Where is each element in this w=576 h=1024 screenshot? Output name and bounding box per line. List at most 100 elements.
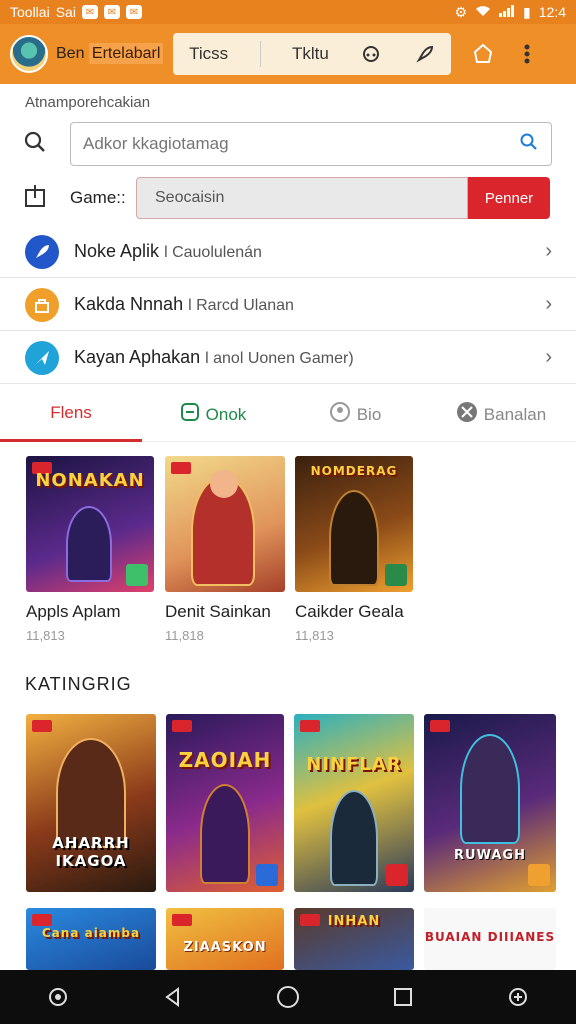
- settings-status-icon: ⚙: [454, 3, 468, 20]
- tab-onok[interactable]: Onok: [142, 388, 284, 442]
- screenshot-icon[interactable]: [503, 982, 533, 1012]
- list-item[interactable]: Noke Aplik l Cauolulenán ›: [0, 226, 576, 278]
- game-downloads: 11,813: [295, 628, 334, 643]
- game-logo-icon: [528, 864, 550, 886]
- game-thumbnail[interactable]: NONAKAN: [26, 456, 154, 592]
- top-nav: Ticss Tkltu: [173, 33, 452, 75]
- notification-icon: ✉: [125, 5, 142, 19]
- list-item-subtitle: l anol Uonen Gamer): [205, 350, 354, 367]
- battery-icon: ▮: [523, 3, 531, 20]
- list-item-title: Kayan Aphakan: [74, 347, 201, 367]
- art-title: AHARRH IKAGOA: [52, 834, 130, 870]
- carrier-label-2: Sai: [55, 4, 76, 20]
- game-card[interactable]: NOMDERAG Caikder Geala 11,813: [295, 456, 413, 643]
- game-name: Denit Sainkan: [165, 602, 271, 621]
- list-item-title: Noke Aplik: [74, 241, 160, 261]
- nav-item-0[interactable]: Ticss: [189, 44, 228, 64]
- category-card[interactable]: ZIAASKON: [166, 908, 284, 970]
- search-icon[interactable]: [23, 130, 47, 159]
- badge: [300, 720, 320, 732]
- game-thumbnail[interactable]: RUWAGH: [424, 714, 556, 892]
- notification-icon: ✉: [103, 5, 120, 19]
- badge: [172, 914, 192, 926]
- tab-bio[interactable]: Bio: [284, 388, 426, 442]
- brand-name: Ben Ertelabarl: [56, 43, 164, 64]
- badge: [32, 914, 52, 926]
- nav-item-1[interactable]: Tkltu: [292, 44, 329, 64]
- art-title: NONAKAN: [35, 470, 145, 491]
- tab-flens[interactable]: Flens: [0, 388, 142, 442]
- tab-banalan[interactable]: Banalan: [426, 388, 576, 442]
- game-card[interactable]: Denit Sainkan 11,818: [165, 456, 285, 643]
- game-submit-button[interactable]: Penner: [468, 177, 550, 219]
- game-thumbnail[interactable]: AHARRH IKAGOA: [26, 714, 156, 892]
- tab-label: Bio: [356, 404, 382, 424]
- more-menu-icon[interactable]: [509, 36, 545, 72]
- category-card[interactable]: BUAIAN DIIIANES: [424, 908, 556, 970]
- art-title: NINFLAR: [306, 754, 402, 775]
- chevron-right-icon: ›: [545, 346, 552, 368]
- game-thumbnail[interactable]: NOMDERAG: [295, 456, 413, 592]
- list-item-subtitle: l Rarcd Ulanan: [188, 297, 294, 314]
- art-title: ZIAASKON: [183, 940, 267, 955]
- game-thumbnail[interactable]: NINFLAR: [294, 714, 414, 892]
- badge: [171, 462, 191, 474]
- refresh-icon: [180, 402, 200, 427]
- category-card[interactable]: NINFLAR: [294, 714, 414, 892]
- tools-icon: [456, 401, 478, 428]
- section-title: Atnamporehcakian: [25, 94, 151, 111]
- list-item[interactable]: Kayan Aphakan l anol Uonen Gamer) ›: [0, 332, 576, 384]
- category-card[interactable]: AHARRH IKAGOA: [26, 714, 156, 892]
- send-icon: [25, 340, 59, 375]
- brand-highlight: Ertelabarl: [88, 43, 164, 64]
- category-card[interactable]: RUWAGH: [424, 714, 556, 892]
- game-row: Game:: Seocaisin Penner: [0, 176, 576, 220]
- search-input[interactable]: [83, 134, 519, 154]
- search-submit-icon[interactable]: [519, 132, 539, 157]
- upload-icon: [24, 184, 46, 213]
- category-card[interactable]: Cana aiamba: [26, 908, 156, 970]
- game-label: Game::: [70, 188, 126, 207]
- game-logo-icon: [385, 564, 407, 586]
- app-logo[interactable]: [10, 35, 48, 73]
- home-icon[interactable]: [273, 982, 303, 1012]
- art-title: Cana aiamba: [41, 926, 141, 940]
- recents-icon[interactable]: [388, 982, 418, 1012]
- back-icon[interactable]: [158, 982, 188, 1012]
- game-thumbnail[interactable]: [165, 456, 285, 592]
- category-card[interactable]: INHAN: [294, 908, 414, 970]
- profile-icon[interactable]: [465, 36, 501, 72]
- game-thumbnail[interactable]: BUAIAN DIIIANES: [424, 908, 556, 970]
- rocket-icon: [25, 234, 59, 269]
- badge: [430, 720, 450, 732]
- game-card[interactable]: NONAKAN Appls Aplam 11,813: [26, 456, 154, 643]
- status-bar: Toollai Sai ✉ ✉ ✉ ⚙ ▮ 12:4: [0, 0, 576, 24]
- art-title: INHAN: [327, 914, 381, 929]
- game-thumbnail[interactable]: INHAN: [294, 908, 414, 970]
- search-box[interactable]: [70, 122, 552, 166]
- game-thumbnail[interactable]: ZIAASKON: [166, 908, 284, 970]
- rocket-nav-icon[interactable]: [414, 43, 436, 65]
- game-thumbnail[interactable]: ZAOIAH: [166, 714, 284, 892]
- game-thumbnail[interactable]: Cana aiamba: [26, 908, 156, 970]
- controller-icon[interactable]: [360, 43, 382, 65]
- notification-icon: ✉: [81, 5, 98, 19]
- category-title: KATINGRIG: [25, 674, 132, 694]
- assistant-icon[interactable]: [43, 982, 73, 1012]
- game-downloads: 11,813: [26, 628, 65, 643]
- category-card[interactable]: ZAOIAH: [166, 714, 284, 892]
- game-logo-icon: [256, 864, 278, 886]
- wifi-icon: [475, 4, 491, 20]
- brand-prefix: Ben: [56, 45, 85, 62]
- list-item[interactable]: Kakda Nnnah l Rarcd Ulanan ›: [0, 279, 576, 331]
- tab-bar: Flens Onok Bio Banalan: [0, 388, 576, 442]
- search-row: [0, 120, 576, 168]
- list-item-title: Kakda Nnnah: [74, 294, 184, 314]
- game-name: Caikder Geala: [295, 602, 404, 621]
- game-name: Appls Aplam: [26, 602, 121, 621]
- app-header: Ben Ertelabarl Ticss Tkltu: [0, 24, 576, 84]
- game-logo-icon: [386, 864, 408, 886]
- carrier-label: Toollai: [10, 4, 50, 20]
- chevron-right-icon: ›: [545, 293, 552, 315]
- game-select[interactable]: Seocaisin: [136, 177, 468, 219]
